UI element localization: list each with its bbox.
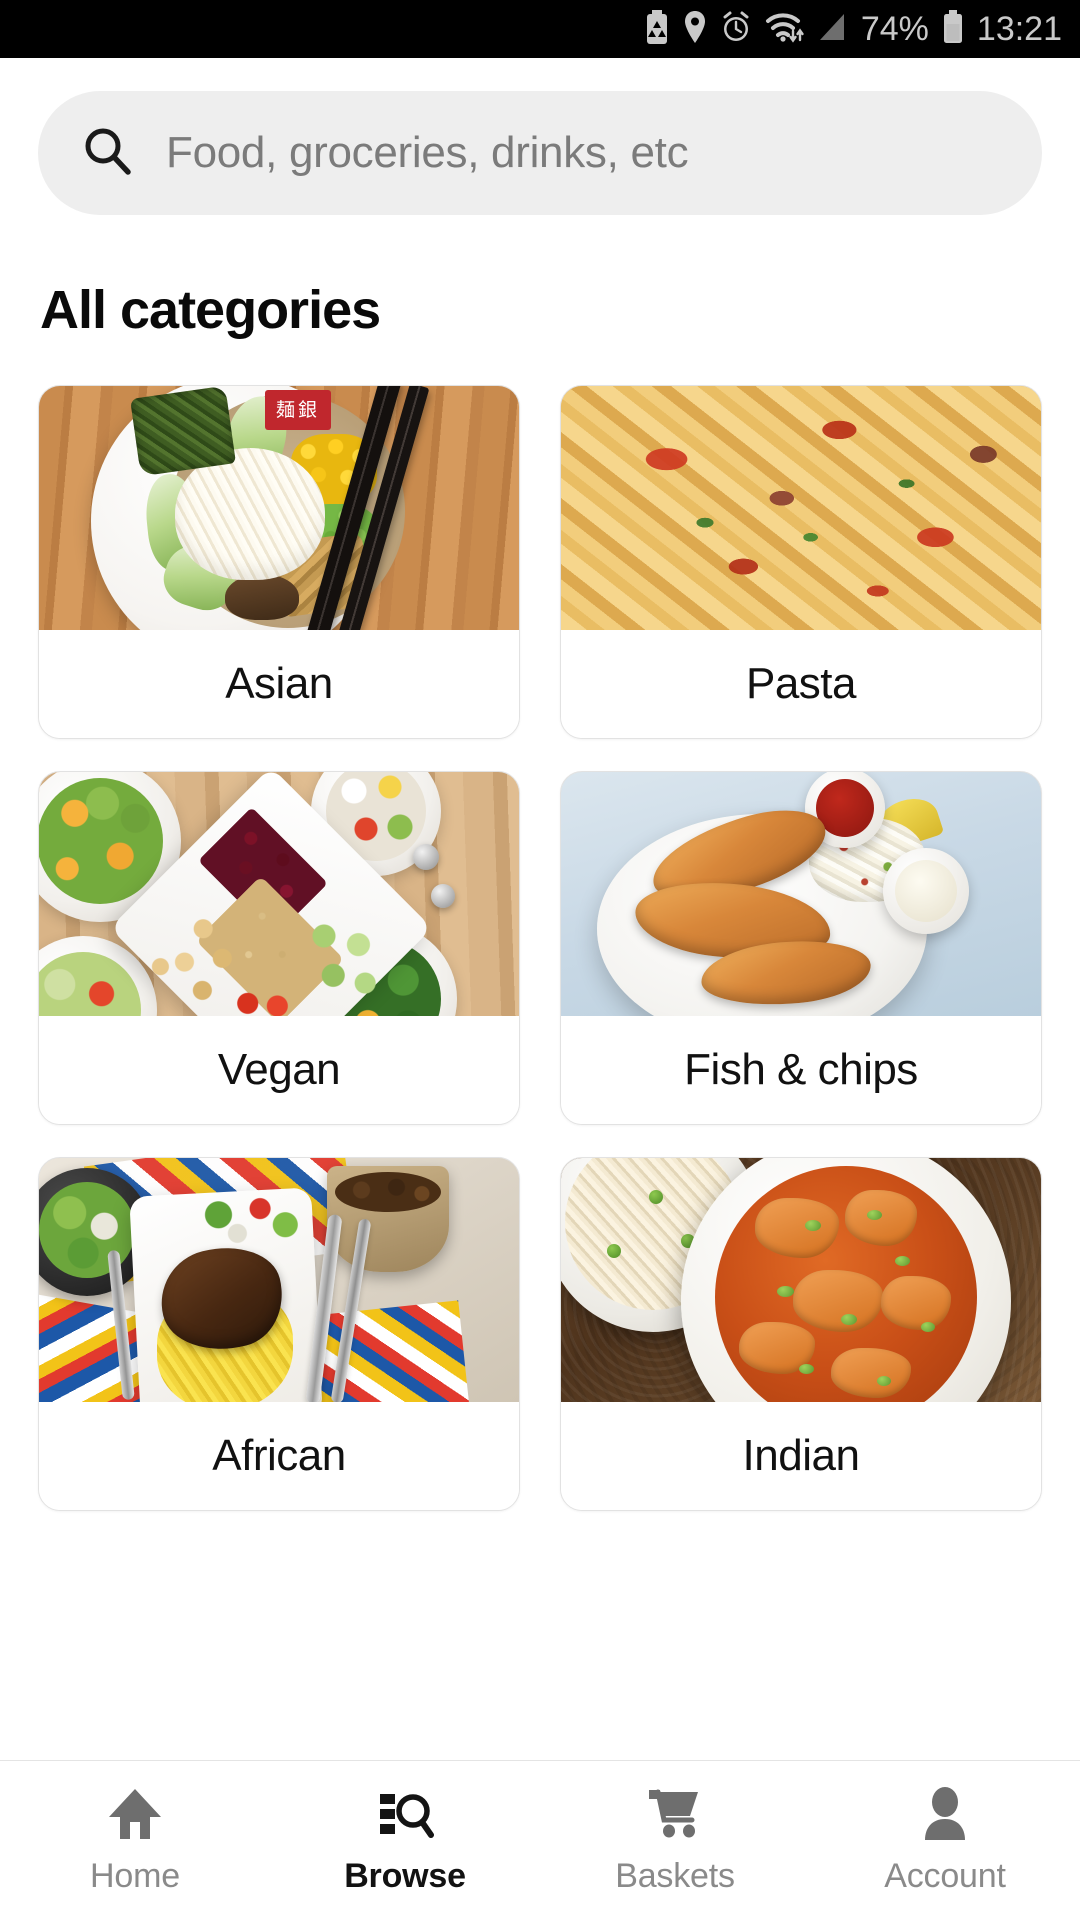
category-image-vegan — [39, 772, 519, 1016]
nav-item-baskets[interactable]: Baskets — [540, 1761, 810, 1920]
nav-item-home[interactable]: Home — [0, 1761, 270, 1920]
category-card-asian[interactable]: 麺銀 Asian — [38, 385, 520, 739]
home-icon — [106, 1785, 164, 1843]
search-section: Food, groceries, drinks, etc — [0, 58, 1080, 215]
category-image-indian — [561, 1158, 1041, 1402]
category-card-pasta[interactable]: Pasta — [560, 385, 1042, 739]
category-label: Fish & chips — [561, 1016, 1041, 1124]
category-label: Asian — [39, 630, 519, 738]
location-pin-icon — [683, 10, 707, 49]
nav-label-home: Home — [90, 1857, 180, 1895]
category-card-african[interactable]: African — [38, 1157, 520, 1511]
person-icon — [916, 1785, 974, 1843]
category-image-pasta — [561, 386, 1041, 630]
search-placeholder: Food, groceries, drinks, etc — [166, 128, 689, 177]
category-label: Pasta — [561, 630, 1041, 738]
category-image-asian: 麺銀 — [39, 386, 519, 630]
category-card-vegan[interactable]: Vegan — [38, 771, 520, 1125]
nav-label-baskets: Baskets — [615, 1857, 735, 1895]
battery-percent-label: 74% — [860, 9, 929, 48]
alarm-clock-icon — [720, 10, 752, 49]
search-icon — [82, 125, 134, 182]
cart-icon — [646, 1785, 704, 1843]
cellular-signal-icon — [818, 10, 848, 49]
category-label: Vegan — [39, 1016, 519, 1124]
battery-icon — [942, 9, 964, 49]
category-label: African — [39, 1402, 519, 1510]
category-image-african — [39, 1158, 519, 1402]
battery-saver-icon — [644, 9, 670, 49]
category-grid: 麺銀 Asian Pasta Vegan Fish & chips Africa… — [0, 385, 1080, 1511]
category-label: Indian — [561, 1402, 1041, 1510]
page-title: All categories — [40, 280, 381, 340]
nav-item-browse[interactable]: Browse — [270, 1761, 540, 1920]
nav-label-browse: Browse — [344, 1857, 466, 1895]
bottom-navigation: Home Browse Baskets Account — [0, 1760, 1080, 1920]
browse-icon — [376, 1785, 434, 1843]
nav-item-account[interactable]: Account — [810, 1761, 1080, 1920]
category-card-indian[interactable]: Indian — [560, 1157, 1042, 1511]
nav-label-account: Account — [884, 1857, 1006, 1895]
clock-label: 13:21 — [976, 9, 1062, 48]
search-input[interactable]: Food, groceries, drinks, etc — [38, 91, 1042, 215]
category-image-fish-and-chips — [561, 772, 1041, 1016]
wifi-icon — [765, 10, 805, 49]
category-card-fish-and-chips[interactable]: Fish & chips — [560, 771, 1042, 1125]
status-bar: 74% 13:21 — [0, 0, 1080, 58]
